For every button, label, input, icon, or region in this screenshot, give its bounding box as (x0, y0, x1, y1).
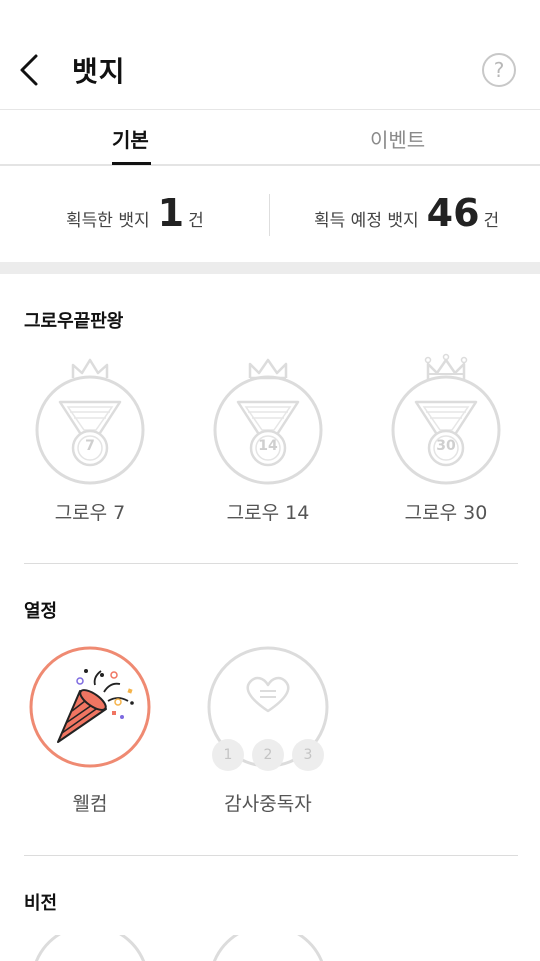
badge-label: 그로우 14 (226, 502, 310, 524)
step-badge-3: 3 (292, 739, 324, 771)
medal-icon (213, 358, 323, 485)
chevron-left-icon (20, 54, 38, 86)
acquired-number: 1 (157, 191, 185, 235)
section-divider (24, 855, 518, 856)
tab-basic[interactable]: 기본 (112, 124, 149, 153)
badge-gratitude-addict[interactable]: 1 2 3 감사중독자 (188, 645, 348, 820)
medal-icon (391, 353, 501, 485)
badge-summary: 획득한 뱃지 1 건 획득 예정 뱃지 46 건 (0, 166, 540, 262)
medal-number: 30 (436, 438, 456, 454)
acquired-unit: 건 (188, 211, 204, 231)
active-tab-indicator (112, 162, 151, 165)
back-button[interactable] (16, 52, 46, 88)
section-title-vision: 비전 (24, 893, 58, 914)
section-separator (0, 262, 540, 274)
section-title-passion: 열정 (24, 601, 58, 622)
badge-label: 그로우 7 (54, 502, 126, 524)
badge-grow-14[interactable]: 14 그로우 14 (188, 352, 348, 532)
badge-partial-2[interactable] (188, 935, 348, 961)
tab-bar: 기본 이벤트 (0, 110, 540, 166)
summary-divider (269, 194, 270, 236)
medal-number: 14 (258, 438, 278, 454)
badge-label: 웰컴 (72, 793, 108, 815)
expected-label: 획득 예정 뱃지 (314, 211, 419, 231)
medal-number: 7 (85, 438, 95, 454)
app-header: 뱃지 ? (0, 0, 540, 110)
help-button[interactable]: ? (482, 53, 516, 87)
acquired-count: 획득한 뱃지 1 건 (66, 194, 204, 232)
party-popper-icon (29, 646, 151, 768)
badge-label: 감사중독자 (224, 793, 312, 815)
expected-number: 46 (426, 191, 480, 235)
medal-icon (35, 358, 145, 485)
badge-grow-7[interactable]: 7 그로우 7 (10, 352, 170, 532)
badge-welcome[interactable]: 웰컴 (10, 645, 170, 820)
badge-partial-1[interactable] (10, 935, 170, 961)
badge-label: 그로우 30 (404, 502, 488, 524)
tab-event[interactable]: 이벤트 (370, 124, 425, 153)
acquired-label: 획득한 뱃지 (66, 211, 150, 231)
expected-count: 획득 예정 뱃지 46 건 (314, 194, 499, 232)
badge-grow-30[interactable]: 30 그로우 30 (366, 352, 526, 532)
expected-unit: 건 (483, 211, 500, 231)
step-badge-1: 1 (212, 739, 244, 771)
section-divider (24, 563, 518, 564)
step-badge-2: 2 (252, 739, 284, 771)
page-title: 뱃지 (72, 55, 126, 88)
section-title-grow: 그로우끝판왕 (24, 311, 124, 332)
